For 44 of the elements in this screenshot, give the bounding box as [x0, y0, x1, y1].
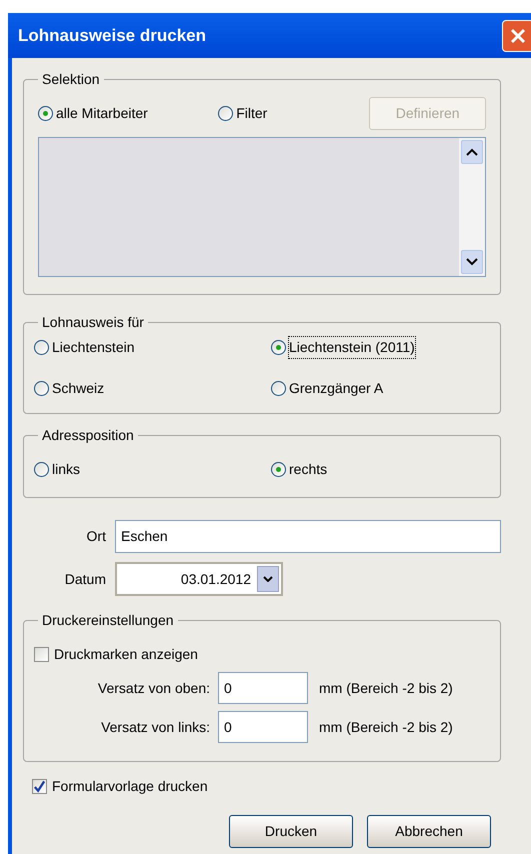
range-hint: mm (Bereich -2 bis 2) [319, 678, 453, 698]
field-label: Datum [64, 570, 107, 588]
radio-button[interactable] [271, 462, 286, 477]
radio-label: alle Mitarbeiter [56, 104, 148, 123]
radio-label: Schweiz [52, 379, 104, 398]
radio-label: Liechtenstein [52, 338, 135, 357]
radio-label: rechts [289, 460, 328, 479]
scroll-down-button[interactable] [461, 250, 483, 274]
dialog-button[interactable]: Drucken [229, 815, 353, 848]
window-title: Lohnausweise drucken [18, 24, 206, 47]
dropdown-button[interactable] [257, 566, 279, 592]
close-icon [509, 26, 527, 44]
radio-button[interactable] [34, 381, 49, 396]
checkmark-icon [33, 780, 46, 794]
offset-label: Versatz von oben: [96, 678, 211, 698]
chevron-up-icon [466, 148, 478, 156]
offset-field[interactable]: 0 [218, 711, 308, 743]
checkbox[interactable] [34, 647, 49, 662]
offset-field[interactable]: 0 [218, 672, 308, 704]
close-button[interactable] [502, 20, 531, 52]
range-hint: mm (Bereich -2 bis 2) [319, 718, 453, 737]
field-label: Ort [86, 527, 107, 546]
date-picker[interactable]: 03.01.2012 [115, 562, 283, 596]
checkbox[interactable] [32, 779, 47, 794]
checkbox-label: Formularvorlage drucken [52, 777, 208, 796]
scroll-up-button[interactable] [461, 140, 483, 164]
radio-button[interactable] [271, 381, 286, 396]
radio-button[interactable] [271, 340, 286, 355]
scrollbar[interactable] [459, 138, 485, 276]
radio-label: Liechtenstein (2011) [289, 337, 415, 358]
radio-label: links [52, 460, 80, 479]
radio-button[interactable] [38, 106, 53, 121]
radio-button[interactable] [34, 462, 49, 477]
chevron-down-icon [466, 258, 478, 266]
radio-label: Grenzgänger A [289, 379, 384, 398]
radio-label: Filter [236, 104, 268, 123]
checkbox-label: Druckmarken anzeigen [54, 645, 198, 664]
dialog-button[interactable]: Abbrechen [367, 815, 491, 848]
ort-field[interactable]: Eschen [115, 520, 501, 553]
date-value: 03.01.2012 [180, 570, 251, 588]
offset-label: Versatz von links: [100, 718, 211, 736]
chevron-down-icon [263, 576, 273, 582]
radio-button[interactable] [34, 340, 49, 355]
radio-button[interactable] [218, 106, 234, 121]
